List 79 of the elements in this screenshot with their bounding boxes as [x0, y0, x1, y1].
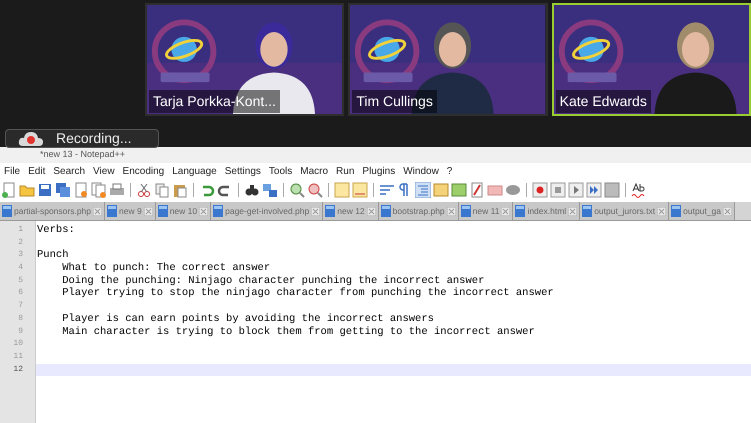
menu-item[interactable]: Window: [399, 164, 443, 179]
fast-forward-icon[interactable]: [586, 182, 602, 198]
indent-guide-icon[interactable]: [415, 182, 431, 198]
file-icon: [2, 205, 12, 217]
file-icon: [158, 205, 168, 217]
recording-cloud-icon: [18, 130, 44, 148]
spell-check-icon[interactable]: [631, 182, 647, 198]
menu-item[interactable]: Language: [168, 164, 221, 179]
tab-label: index.html: [527, 204, 566, 218]
file-icon: [107, 205, 118, 217]
menu-item[interactable]: Run: [332, 164, 358, 179]
line-number: 7: [17, 300, 24, 312]
tab-label: new 10: [170, 204, 198, 218]
line-number: 4: [17, 262, 24, 274]
close-icon[interactable]: [722, 206, 732, 216]
menu-item[interactable]: Tools: [264, 164, 296, 179]
close-icon[interactable]: [311, 206, 320, 216]
file-tab[interactable]: new 9: [105, 202, 156, 220]
stop-icon[interactable]: [550, 182, 566, 198]
line-number: 12: [12, 364, 24, 376]
line-number: 6: [17, 287, 24, 300]
menu-item[interactable]: View: [89, 164, 119, 179]
copy-icon[interactable]: [154, 182, 170, 198]
close-icon[interactable]: [366, 206, 376, 216]
tab-label: new 12: [337, 204, 365, 218]
menu-item[interactable]: Encoding: [118, 164, 168, 179]
close-icon[interactable]: [446, 206, 456, 216]
line-number: 10: [12, 338, 24, 350]
menu-item[interactable]: Settings: [220, 164, 265, 179]
close-icon[interactable]: [199, 206, 208, 216]
tab-label: output_ga: [683, 204, 721, 218]
menu-item[interactable]: Macro: [296, 164, 332, 179]
menu-item[interactable]: ?: [442, 164, 456, 179]
line-number: 9: [17, 326, 24, 338]
close-icon[interactable]: [501, 206, 510, 216]
line-number: 3: [17, 249, 24, 262]
tab-label: partial-sponsors.php: [14, 204, 92, 218]
scissors-icon[interactable]: [136, 182, 152, 198]
participant-name: Tim Cullings: [352, 90, 437, 113]
recording-label: Recording...: [56, 129, 132, 148]
file-icon: [325, 205, 336, 217]
line-number: 8: [17, 312, 24, 325]
binoculars-icon[interactable]: [244, 182, 260, 198]
file-icon: [213, 205, 224, 217]
file-icon: [671, 205, 682, 217]
file-tab[interactable]: new 11: [458, 202, 514, 220]
line-number: 1: [17, 224, 24, 236]
play-icon[interactable]: [568, 182, 584, 198]
tab-label: output_jurors.txt: [594, 204, 656, 218]
participant-name: Kate Edwards: [556, 90, 651, 113]
file-icon: [582, 205, 592, 217]
menu-item[interactable]: File: [0, 164, 24, 179]
record-icon[interactable]: [532, 182, 548, 198]
line-number: 5: [17, 274, 24, 287]
paste-icon[interactable]: [172, 182, 188, 198]
line-number: 11: [12, 350, 24, 363]
file-icon: [515, 205, 526, 217]
tab-label: bootstrap.php: [392, 204, 445, 218]
window-title: *new 13 - Notepad++: [39, 148, 126, 162]
save-icon[interactable]: [37, 182, 53, 198]
menu-item[interactable]: Plugins: [358, 164, 400, 179]
close-icon[interactable]: [144, 206, 153, 216]
tab-label: new 9: [119, 204, 142, 218]
participant-name: Tarja Porkka-Kont...: [149, 90, 280, 113]
file-tab[interactable]: page-get-involved.php: [211, 202, 324, 220]
tab-label: new 11: [472, 204, 500, 218]
line-number: 2: [17, 236, 24, 249]
zoom-out-icon[interactable]: [307, 182, 323, 198]
file-icon: [380, 205, 391, 217]
new-file-icon[interactable]: [1, 182, 17, 198]
menu-item[interactable]: Edit: [24, 164, 50, 179]
printer-icon[interactable]: [109, 182, 125, 198]
close-icon[interactable]: [568, 206, 578, 216]
zoom-in-icon[interactable]: [289, 182, 305, 198]
file-icon: [460, 205, 471, 217]
menu-item[interactable]: Search: [49, 164, 90, 179]
close-icon[interactable]: [93, 206, 102, 216]
tab-label: page-get-involved.php: [225, 204, 310, 218]
close-icon[interactable]: [657, 206, 666, 216]
